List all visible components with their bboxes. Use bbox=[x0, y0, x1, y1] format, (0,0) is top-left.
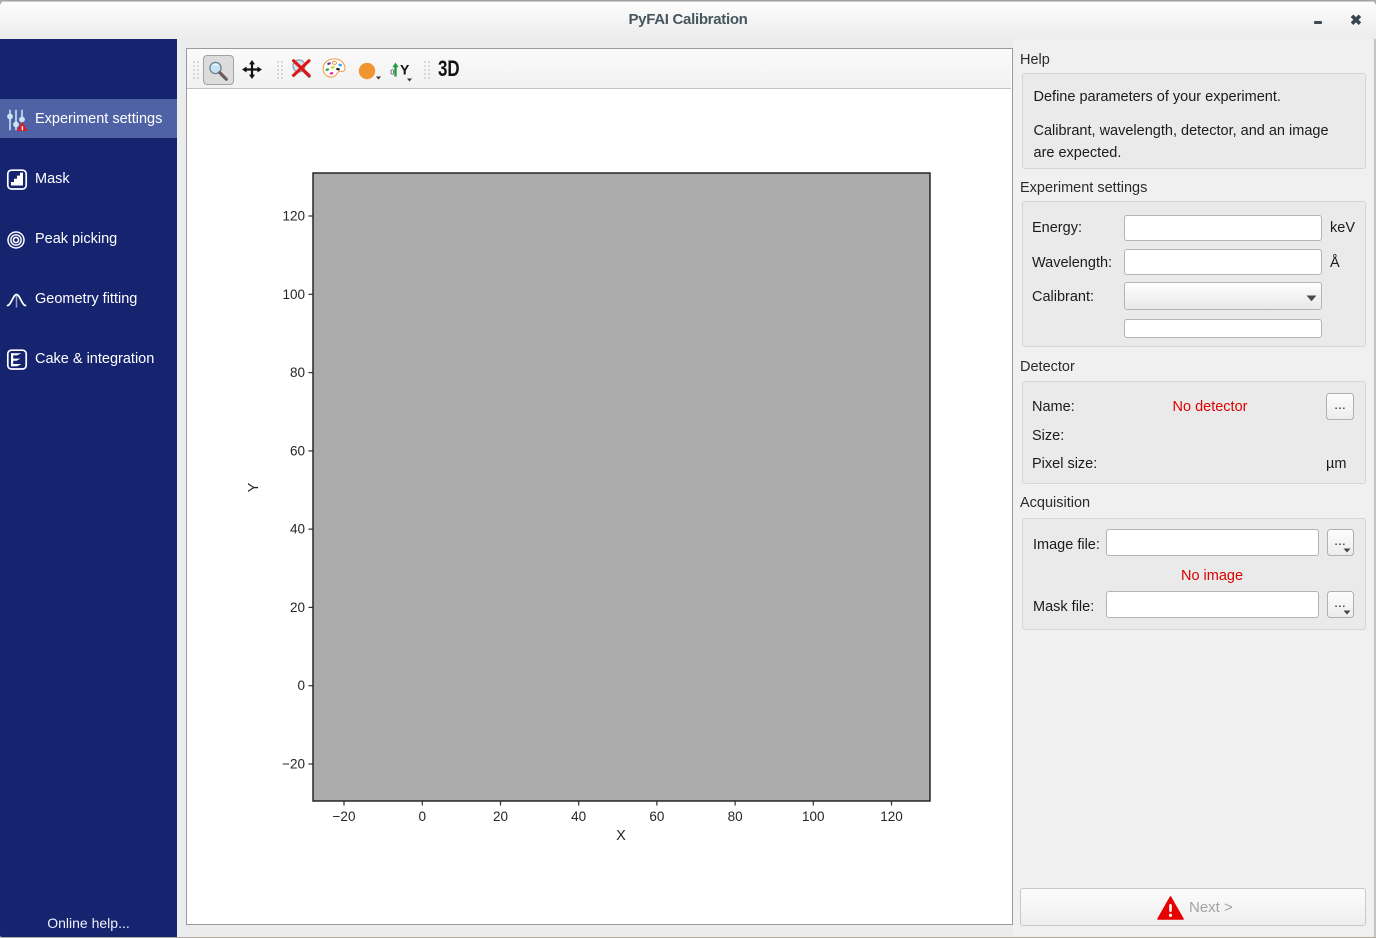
svg-text:60: 60 bbox=[290, 443, 305, 458]
svg-text:100: 100 bbox=[802, 809, 825, 824]
svg-text:Y: Y bbox=[246, 482, 262, 492]
svg-text:−20: −20 bbox=[333, 809, 356, 824]
svg-text:100: 100 bbox=[282, 287, 305, 302]
svg-text:120: 120 bbox=[282, 209, 305, 224]
svg-text:40: 40 bbox=[290, 522, 305, 537]
svg-text:20: 20 bbox=[290, 600, 305, 615]
svg-text:X: X bbox=[616, 828, 626, 844]
svg-text:80: 80 bbox=[728, 809, 743, 824]
svg-text:0: 0 bbox=[419, 809, 427, 824]
svg-text:60: 60 bbox=[649, 809, 664, 824]
svg-text:120: 120 bbox=[880, 809, 903, 824]
svg-text:Y: Y bbox=[400, 62, 410, 78]
svg-text:20: 20 bbox=[493, 809, 508, 824]
svg-text:40: 40 bbox=[571, 809, 586, 824]
svg-text:0: 0 bbox=[297, 678, 305, 693]
svg-text:0: 0 bbox=[390, 68, 394, 77]
svg-text:−20: −20 bbox=[282, 757, 305, 772]
svg-text:80: 80 bbox=[290, 365, 305, 380]
